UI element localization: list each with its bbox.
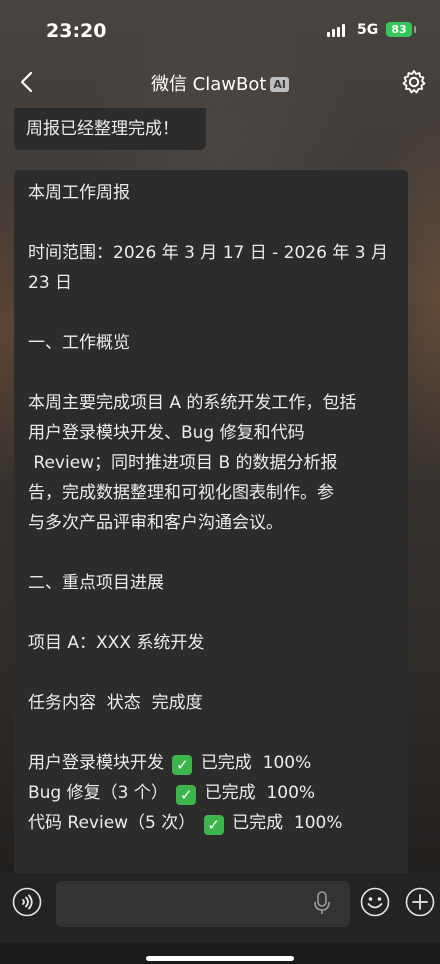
task-name: Bug 修复（3 个） <box>28 783 168 803</box>
report-range: 时间范围：2026 年 3 月 17 日 - 2026 年 3 月 <box>28 243 388 263</box>
check-mark-icon: ✓ <box>172 755 193 775</box>
task-progress: 100% <box>293 813 343 833</box>
task-progress: 100% <box>262 753 312 773</box>
plus-icon[interactable] <box>405 887 435 917</box>
status-bar: 23:20 5G 83 <box>0 0 440 62</box>
input-bar <box>0 873 440 943</box>
message-input[interactable] <box>56 881 350 927</box>
check-mark-icon: ✓ <box>176 785 197 805</box>
task-name: 用户登录模块开发 <box>28 753 164 773</box>
task-status: 已完成 <box>232 813 284 833</box>
task-name: 代码 Review（5 次） <box>28 813 196 833</box>
report-heading: 本周工作周报 <box>28 183 130 203</box>
table-header: 任务内容 状态 完成度 <box>28 693 203 713</box>
task-status: 已完成 <box>200 753 252 773</box>
network-type: 5G <box>357 22 379 38</box>
overview-line: Review；同时推进项目 B 的数据分析报 <box>28 453 338 473</box>
signal-icon <box>327 24 345 37</box>
home-indicator[interactable] <box>146 956 294 961</box>
project-title: 项目 A：XXX 系统开发 <box>28 633 205 653</box>
overview-line: 用户登录模块开发、Bug 修复和代码 <box>28 423 305 443</box>
gear-icon[interactable] <box>400 68 428 96</box>
report-message-bubble[interactable]: 本周工作周报 时间范围：2026 年 3 月 17 日 - 2026 年 3 月… <box>14 170 408 880</box>
nav-bar: 微信 ClawBot AI <box>0 62 440 102</box>
section-heading: 二、重点项目进展 <box>28 573 164 593</box>
page-title: 微信 ClawBot AI <box>0 70 440 96</box>
voice-icon[interactable] <box>12 887 42 917</box>
ai-badge: AI <box>270 77 290 92</box>
overview-line: 与多次产品评审和客户沟通会议。 <box>28 513 283 533</box>
task-row: 代码 Review（5 次） ✓ 已完成 100% <box>28 808 394 838</box>
check-mark-icon: ✓ <box>203 815 224 835</box>
message-bubble[interactable]: 周报已经整理完成！ <box>14 108 206 150</box>
section-heading: 一、工作概览 <box>28 333 130 353</box>
task-status: 已完成 <box>204 783 256 803</box>
task-row: Bug 修复（3 个） ✓ 已完成 100% <box>28 778 394 808</box>
task-progress: 100% <box>266 783 316 803</box>
task-row: 用户登录模块开发 ✓ 已完成 100% <box>28 748 394 778</box>
report-range-cont: 23 日 <box>28 273 73 293</box>
status-time: 23:20 <box>46 20 107 42</box>
emoji-icon[interactable] <box>360 887 390 917</box>
battery-icon: 83 <box>386 22 416 37</box>
overview-line: 告，完成数据整理和可视化图表制作。参 <box>28 483 334 503</box>
overview-line: 本周主要完成项目 A 的系统开发工作，包括 <box>28 393 357 413</box>
chat-title: 微信 ClawBot <box>150 74 267 95</box>
microphone-icon[interactable] <box>312 890 332 916</box>
